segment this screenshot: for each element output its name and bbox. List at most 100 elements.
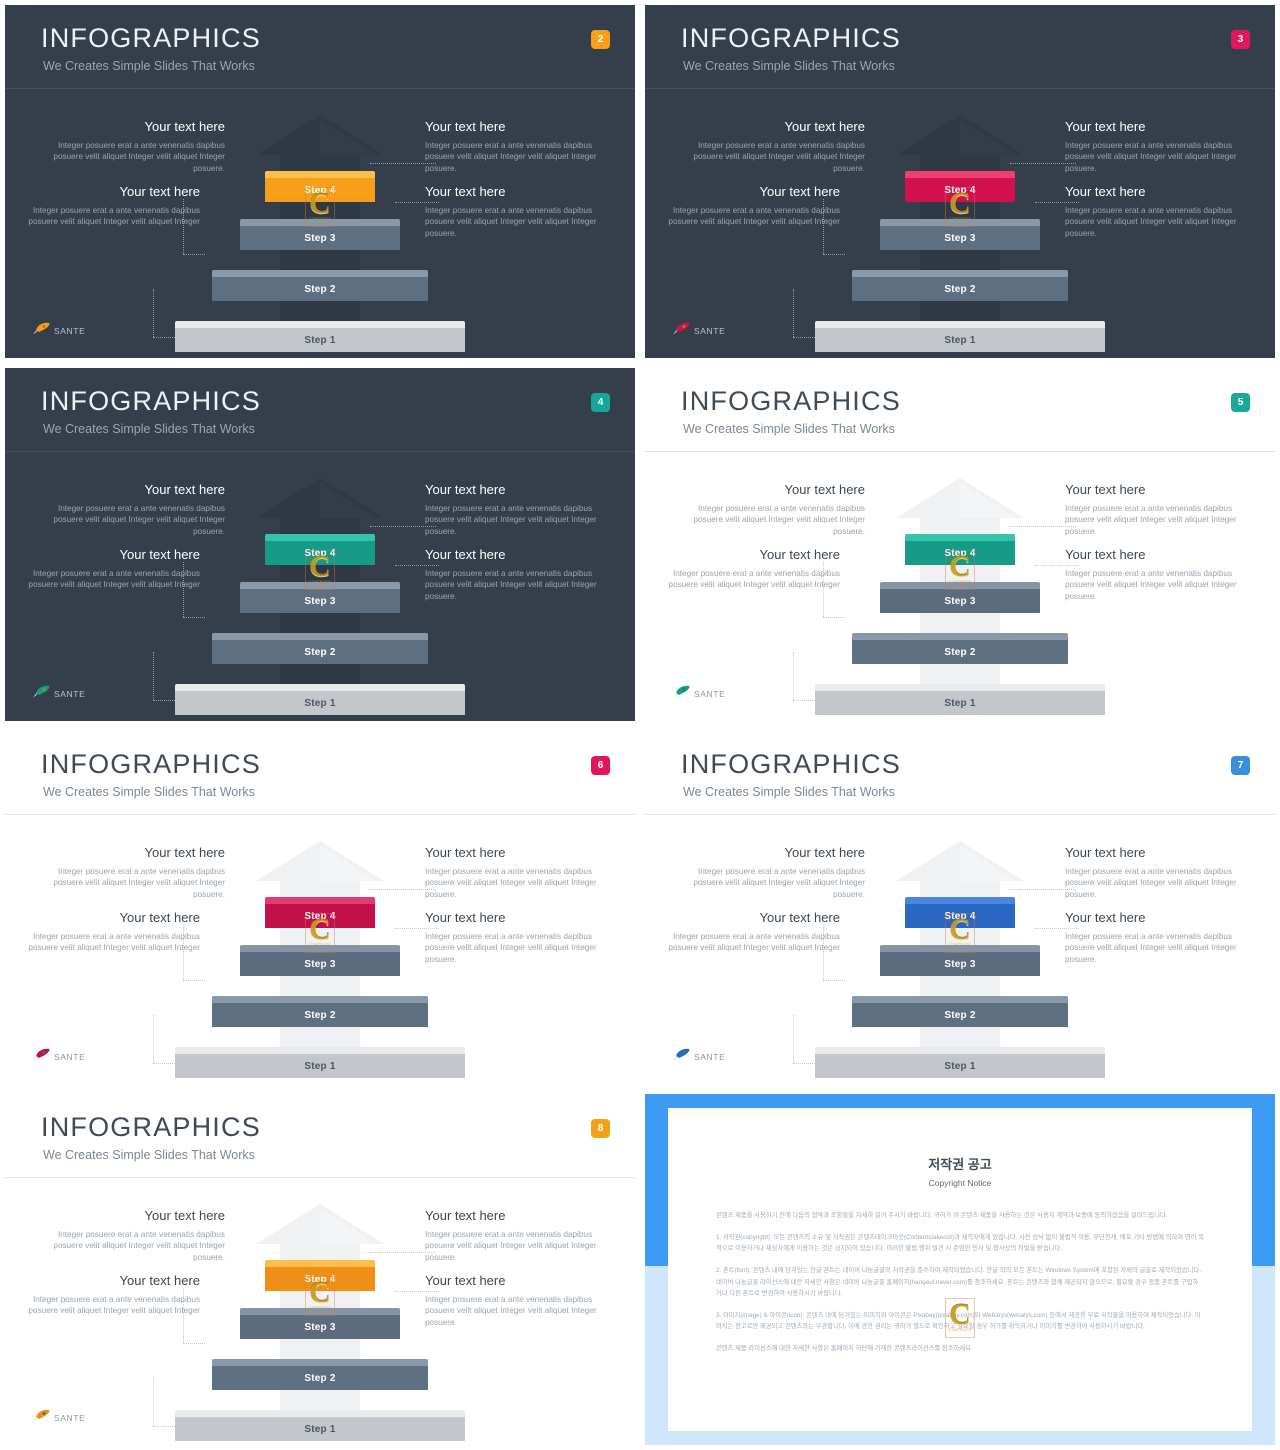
callout-3: Your text here Integer posuere erat a ant… [655,910,840,954]
slide-number-badge[interactable]: 5 [1231,393,1250,412]
page-title: INFOGRAPHICS [41,23,261,53]
callout-2: Your text here Integer posuere erat a ant… [425,1208,610,1264]
callout-4: Your text here Integer posuere erat a ant… [1065,910,1250,966]
brand-logo[interactable]: SANTE [33,1048,85,1066]
callout-3-body: Integer posuere erat a ante venenatis da… [28,931,200,953]
slide-number-badge[interactable]: 3 [1231,30,1250,49]
callout-3: Your text here Integer posuere erat a ant… [15,1273,200,1317]
step-bar-3[interactable]: Step 3 [240,219,400,250]
slide-8[interactable]: INFOGRAPHICS We Creates Simple Slides Tha… [0,1089,640,1450]
slide-5[interactable]: INFOGRAPHICS We Creates Simple Slides Tha… [640,363,1280,726]
step-bar-1[interactable]: Step 1 [175,684,465,715]
step-bar-2-label: Step 2 [852,1003,1068,1027]
callout-1-heading: Your text here [144,482,225,497]
step-bar-4[interactable]: Step 4 [905,897,1015,928]
callout-2: Your text here Integer posuere erat a ant… [1065,845,1250,901]
slide-3[interactable]: INFOGRAPHICS We Creates Simple Slides Tha… [640,0,1280,363]
brand-logo[interactable]: SANTE [673,1048,725,1066]
slide-6[interactable]: INFOGRAPHICS We Creates Simple Slides Tha… [0,726,640,1089]
callout-3-body: Integer posuere erat a ante venenatis da… [668,205,840,227]
step-bar-1[interactable]: Step 1 [175,321,465,352]
rocket-icon-svg [33,685,50,698]
step-bar-3[interactable]: Step 3 [880,219,1040,250]
callout-4-heading: Your text here [425,547,506,562]
callout-1-body: Integer posuere erat a ante venenatis da… [53,866,225,900]
step-bar-1-label: Step 1 [815,1054,1105,1078]
brand-logo[interactable]: SANTE [33,1409,85,1427]
pyramid-diagram: Step 1 Step 2 Step 3 Step 4 C CONTENTS Your te… [645,89,1275,358]
step-bar-3[interactable]: Step 3 [880,945,1040,976]
step-bar-1[interactable]: Step 1 [175,1047,465,1078]
step-bar-2[interactable]: Step 2 [212,633,428,664]
step-bar-3[interactable]: Step 3 [240,945,400,976]
step-bar-2[interactable]: Step 2 [852,270,1068,301]
callout-1-body: Integer posuere erat a ante venenatis da… [693,140,865,174]
brand-logo[interactable]: SANTE [33,322,85,340]
step-bar-1[interactable]: Step 1 [815,321,1105,352]
step-bar-4[interactable]: Step 4 [265,534,375,565]
brand-logo[interactable]: SANTE [33,685,85,703]
step-bar-1[interactable]: Step 1 [815,1047,1105,1078]
step-bar-2[interactable]: Step 2 [212,996,428,1027]
rocket-icon-svg [673,322,690,335]
slide-number-badge[interactable]: 6 [591,756,610,775]
pyramid-diagram: Step 1 Step 2 Step 3 Step 4 C CONTENTS Your te… [5,815,635,1084]
step-bar-1-label: Step 1 [175,328,465,352]
brand-logo[interactable]: SANTE [673,685,725,703]
step-bar-4[interactable]: Step 4 [265,1260,375,1291]
slide-number-badge[interactable]: 8 [591,1119,610,1138]
step-bar-3-label: Step 3 [880,226,1040,250]
callout-3: Your text here Integer posuere erat a ant… [655,547,840,591]
callout-2-body: Integer posuere erat a ante venenatis da… [425,140,597,174]
callout-4-heading: Your text here [425,184,506,199]
brand-logo[interactable]: SANTE [673,322,725,340]
slide-4[interactable]: INFOGRAPHICS We Creates Simple Slides Tha… [0,363,640,726]
slide-number-badge[interactable]: 7 [1231,756,1250,775]
step-bar-2-top [852,633,1068,640]
brand-name: SANTE [694,326,726,336]
step-bar-4-label: Step 4 [905,178,1015,202]
step-bar-3[interactable]: Step 3 [240,582,400,613]
step-bar-2-label: Step 2 [852,277,1068,301]
step-bar-4-top [905,897,1015,904]
slide-2[interactable]: INFOGRAPHICS We Creates Simple Slides Tha… [0,0,640,363]
callout-3-heading: Your text here [759,184,840,199]
step-bar-2-label: Step 2 [852,640,1068,664]
step-bar-2[interactable]: Step 2 [212,1359,428,1390]
step-bar-3[interactable]: Step 3 [880,582,1040,613]
callout-4: Your text here Integer posuere erat a ant… [1065,184,1250,240]
step-bar-1[interactable]: Step 1 [815,684,1105,715]
page-subtitle: We Creates Simple Slides That Works [683,785,895,799]
callout-3-heading: Your text here [759,910,840,925]
callout-3: Your text here Integer posuere erat a ant… [655,184,840,228]
pyramid-diagram: Step 1 Step 2 Step 3 Step 4 C CONTENTS Your te… [645,815,1275,1084]
step-bar-2[interactable]: Step 2 [852,633,1068,664]
callout-3-body: Integer posuere erat a ante venenatis da… [28,1294,200,1316]
rocket-icon-svg [673,685,690,698]
step-bar-4-top [265,171,375,178]
step-bar-4-top [905,171,1015,178]
step-bar-1[interactable]: Step 1 [175,1410,465,1441]
slide-number-badge[interactable]: 4 [591,393,610,412]
watermark-letter: C [949,1297,971,1331]
callout-3: Your text here Integer posuere erat a ant… [15,547,200,591]
step-bar-4[interactable]: Step 4 [265,171,375,202]
step-bar-2[interactable]: Step 2 [852,996,1068,1027]
copyright-watermark: C CONTENTS [937,1294,983,1340]
slide-number-badge[interactable]: 2 [591,30,610,49]
rocket-icon [33,322,50,340]
step-bar-2-label: Step 2 [212,1366,428,1390]
callout-4-body: Integer posuere erat a ante venenatis da… [425,1294,597,1328]
step-bar-4[interactable]: Step 4 [905,171,1015,202]
step-bar-2-label: Step 2 [212,640,428,664]
step-bar-2[interactable]: Step 2 [212,270,428,301]
step-bar-3[interactable]: Step 3 [240,1308,400,1339]
step-bar-4[interactable]: Step 4 [265,897,375,928]
rocket-icon [33,1409,50,1427]
slide-7[interactable]: INFOGRAPHICS We Creates Simple Slides Tha… [640,726,1280,1089]
step-bar-4[interactable]: Step 4 [905,534,1015,565]
callout-1-body: Integer posuere erat a ante venenatis da… [53,140,225,174]
callout-3-body: Integer posuere erat a ante venenatis da… [28,205,200,227]
callout-4-heading: Your text here [1065,547,1146,562]
rocket-icon [33,1048,50,1066]
